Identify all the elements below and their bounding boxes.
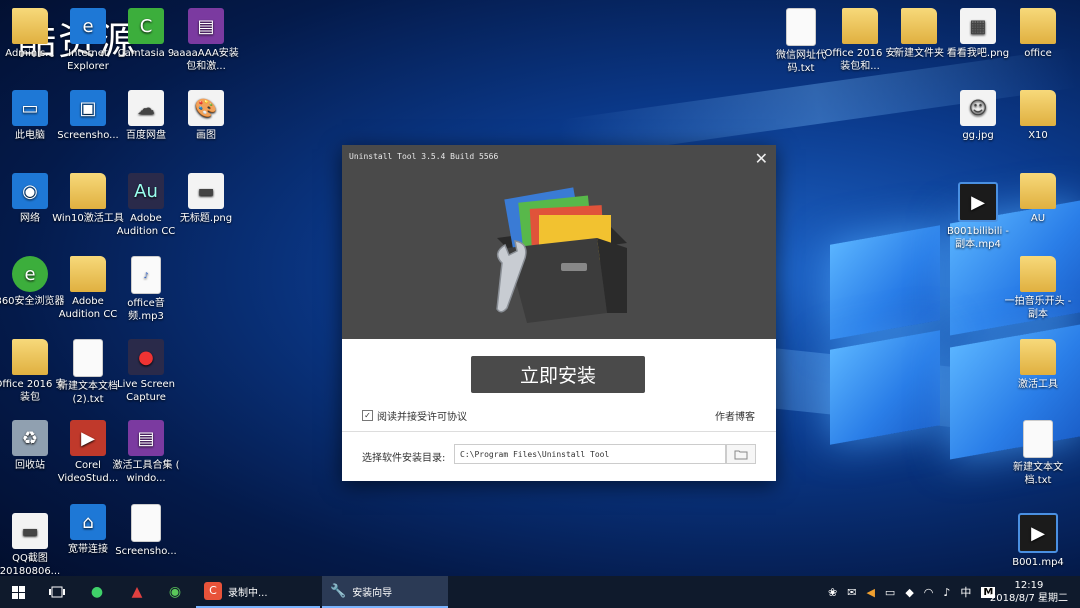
desktop-icon-activate-collection[interactable]: ▤ 激活工具合集 ( windo...	[110, 420, 182, 485]
close-button[interactable]: ✕	[755, 149, 768, 168]
folder-icon	[842, 8, 878, 44]
task-view-icon	[49, 586, 65, 598]
desktop-icon-office-mp3[interactable]: ♪ office音频.mp3	[110, 256, 182, 323]
app-icon: ▲	[131, 584, 143, 600]
archive-icon: ▤	[128, 420, 164, 456]
desktop-icon-x10[interactable]: X10	[1002, 90, 1074, 142]
license-agreement[interactable]: ✓ 阅读并接受许可协议	[362, 408, 467, 423]
folder-icon	[1020, 173, 1056, 209]
computer-icon: ▭	[12, 90, 48, 126]
install-dir-input[interactable]: C:\Program Files\Uninstall Tool	[454, 444, 726, 464]
desktop-icon-aaaa-package[interactable]: ▤ aaaaAAA安装包和激...	[170, 8, 242, 73]
windows-logo-pane	[830, 225, 940, 340]
desktop-icon-music[interactable]: 一拍音乐开头 - 副本	[1002, 256, 1074, 321]
tray-app-icon[interactable]: ❀	[828, 586, 837, 599]
folder-icon	[1020, 90, 1056, 126]
folder-icon	[70, 173, 106, 209]
install-now-button[interactable]: 立即安装	[471, 356, 645, 393]
camtasia-icon: C	[128, 8, 164, 44]
clock-time: 12:19	[1014, 580, 1044, 591]
baidu-pan-icon: ☁	[128, 90, 164, 126]
uninstall-tool-logo	[496, 187, 627, 323]
desktop-icon-paint[interactable]: 🎨 画图	[170, 90, 242, 142]
dialog-title: Uninstall Tool 3.5.4 Build 5566	[349, 152, 499, 161]
author-blog-link[interactable]: 作者博客	[715, 408, 755, 423]
wrench-icon: 🔧	[330, 583, 347, 599]
desktop-icon-office[interactable]: office	[1002, 8, 1074, 60]
taskbar-installer-app[interactable]: 🔧 安装向导	[322, 576, 448, 608]
tray-volume-icon[interactable]: ♪	[943, 586, 950, 599]
agree-checkbox[interactable]: ✓	[362, 410, 373, 421]
dialog-header: Uninstall Tool 3.5.4 Build 5566 ✕	[342, 145, 776, 339]
start-button[interactable]	[0, 576, 36, 608]
internet-explorer-icon: e	[70, 8, 106, 44]
desktop-icon-live-screen[interactable]: ● Live Screen Capture	[110, 339, 182, 404]
tray-wifi-icon[interactable]: ◠	[924, 586, 934, 599]
tray-messages-icon[interactable]: ✉	[847, 586, 856, 599]
image-file-icon	[131, 504, 161, 542]
video-file-icon: ▶	[1018, 513, 1058, 553]
corel-videostudio-icon: ▶	[70, 420, 106, 456]
system-clock[interactable]: 12:19 2018/8/7 星期二	[990, 579, 1068, 605]
video-file-icon: ▶	[958, 182, 998, 222]
task-view-button[interactable]	[40, 576, 74, 608]
ime-language[interactable]: 中	[960, 584, 971, 600]
wechat-taskbar-button[interactable]: ●	[80, 576, 114, 608]
installer-dialog: Uninstall Tool 3.5.4 Build 5566 ✕ 立即安装 ✓…	[342, 145, 776, 481]
divider	[342, 431, 776, 432]
folder-icon	[70, 256, 106, 292]
text-file-icon	[73, 339, 103, 377]
image-file-icon: ▬	[12, 513, 48, 549]
recycle-bin-icon: ♻	[12, 420, 48, 456]
wechat-icon: ●	[90, 584, 104, 600]
app-taskbar-button[interactable]: ▲	[120, 576, 154, 608]
image-file-icon: ▦	[960, 8, 996, 44]
record-icon: ●	[128, 339, 164, 375]
paint-palette-icon: 🎨	[188, 90, 224, 126]
text-file-icon	[1023, 420, 1053, 458]
windows-logo-pane	[830, 330, 940, 445]
tray-security-icon[interactable]: ◆	[905, 586, 913, 599]
image-file-icon: ▬	[188, 173, 224, 209]
system-tray: ❀ ✉ ◀ ▭ ◆ ◠ ♪ 中 M	[828, 576, 996, 608]
folder-icon	[1020, 256, 1056, 292]
text-file-icon	[786, 8, 816, 46]
install-dir-label: 选择软件安装目录:	[362, 453, 446, 464]
folder-icon	[1020, 339, 1056, 375]
desktop-icon-screenshot-2[interactable]: Screensho...	[110, 504, 182, 558]
browser-360-icon: e	[12, 256, 48, 292]
camtasia-recorder-icon: C	[204, 582, 222, 600]
desktop-icon-new-text[interactable]: 新建文本文档.txt	[1002, 420, 1074, 487]
network-icon: ◉	[12, 173, 48, 209]
archive-icon: ▤	[188, 8, 224, 44]
audio-file-icon: ♪	[131, 256, 161, 294]
network-connection-icon: ⌂	[70, 504, 106, 540]
desktop-icon-untitled-png[interactable]: ▬ 无标题.png	[170, 173, 242, 225]
adobe-audition-icon: Au	[128, 173, 164, 209]
tray-battery-icon[interactable]: ▭	[885, 586, 895, 599]
folder-icon	[12, 339, 48, 375]
folder-icon	[12, 8, 48, 44]
browser-360-icon: ◉	[168, 584, 182, 600]
desktop-icon-activate-tool[interactable]: 激活工具	[1002, 339, 1074, 391]
desktop-icon-b001-mp4[interactable]: ▶ B001.mp4	[1002, 513, 1074, 569]
browse-folder-button[interactable]	[726, 444, 756, 464]
clock-date: 2018/8/7 星期二	[989, 593, 1068, 604]
taskbar-recording-app[interactable]: C 录制中...	[196, 576, 320, 608]
taskbar: ● ▲ ◉ C 录制中... 🔧 安装向导 ❀ ✉ ◀ ▭ ◆ ◠ ♪ 中 M …	[0, 576, 1080, 608]
windows-start-icon	[11, 585, 25, 599]
screenshot-tool-icon: ▣	[70, 90, 106, 126]
tray-warning-icon[interactable]: ◀	[866, 586, 874, 599]
folder-icon	[734, 450, 748, 459]
agree-label[interactable]: 阅读并接受许可协议	[377, 408, 467, 423]
image-file-icon: ☺	[960, 90, 996, 126]
folder-icon	[1020, 8, 1056, 44]
desktop-icon-au[interactable]: AU	[1002, 173, 1074, 225]
360-taskbar-button[interactable]: ◉	[158, 576, 192, 608]
folder-icon	[901, 8, 937, 44]
